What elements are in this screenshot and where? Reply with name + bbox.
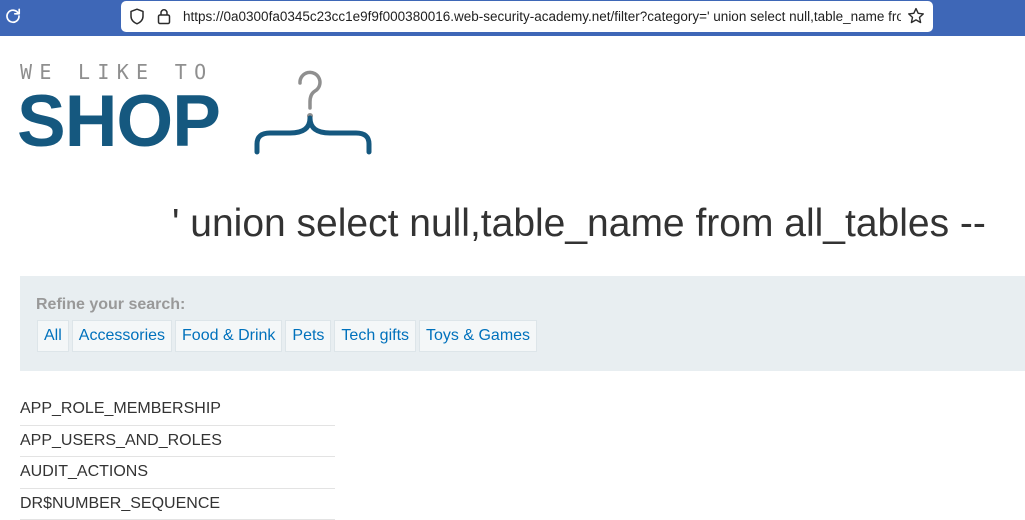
category-filter-list: All Accessories Food & Drink Pets Tech g… xyxy=(37,320,538,352)
list-item: AUDIT_ACTIONS xyxy=(20,457,335,489)
site-logo[interactable]: WE LIKE TO SHOP xyxy=(17,58,380,162)
category-link-accessories[interactable]: Accessories xyxy=(71,320,173,352)
hanger-icon xyxy=(254,70,372,155)
logo-tagline: WE LIKE TO xyxy=(20,60,214,84)
category-link-all[interactable]: All xyxy=(37,320,69,352)
category-link-tech-gifts[interactable]: Tech gifts xyxy=(334,320,417,352)
url-text[interactable]: https://0a0300fa0345c23cc1e9f9f000380016… xyxy=(183,8,901,26)
category-link-pets[interactable]: Pets xyxy=(285,320,332,352)
category-link-toys-games[interactable]: Toys & Games xyxy=(419,320,538,352)
filter-label: Refine your search: xyxy=(36,296,186,313)
category-link-food-drink[interactable]: Food & Drink xyxy=(175,320,283,352)
shield-icon[interactable] xyxy=(129,8,145,25)
reload-icon[interactable] xyxy=(4,7,22,25)
filter-panel: Refine your search: All Accessories Food… xyxy=(20,276,1025,371)
results-list: APP_ROLE_MEMBERSHIP APP_USERS_AND_ROLES … xyxy=(20,394,335,520)
list-item: APP_USERS_AND_ROLES xyxy=(20,426,335,457)
bookmark-star-icon[interactable] xyxy=(907,7,925,25)
lock-icon[interactable] xyxy=(157,8,171,25)
list-item: APP_ROLE_MEMBERSHIP xyxy=(20,394,335,426)
page-title: ' union select null,table_name from all_… xyxy=(172,202,986,245)
list-item: DR$NUMBER_SEQUENCE xyxy=(20,489,335,520)
logo-brand: SHOP xyxy=(17,81,221,162)
address-bar[interactable]: https://0a0300fa0345c23cc1e9f9f000380016… xyxy=(121,1,933,32)
browser-toolbar: https://0a0300fa0345c23cc1e9f9f000380016… xyxy=(0,0,1025,36)
